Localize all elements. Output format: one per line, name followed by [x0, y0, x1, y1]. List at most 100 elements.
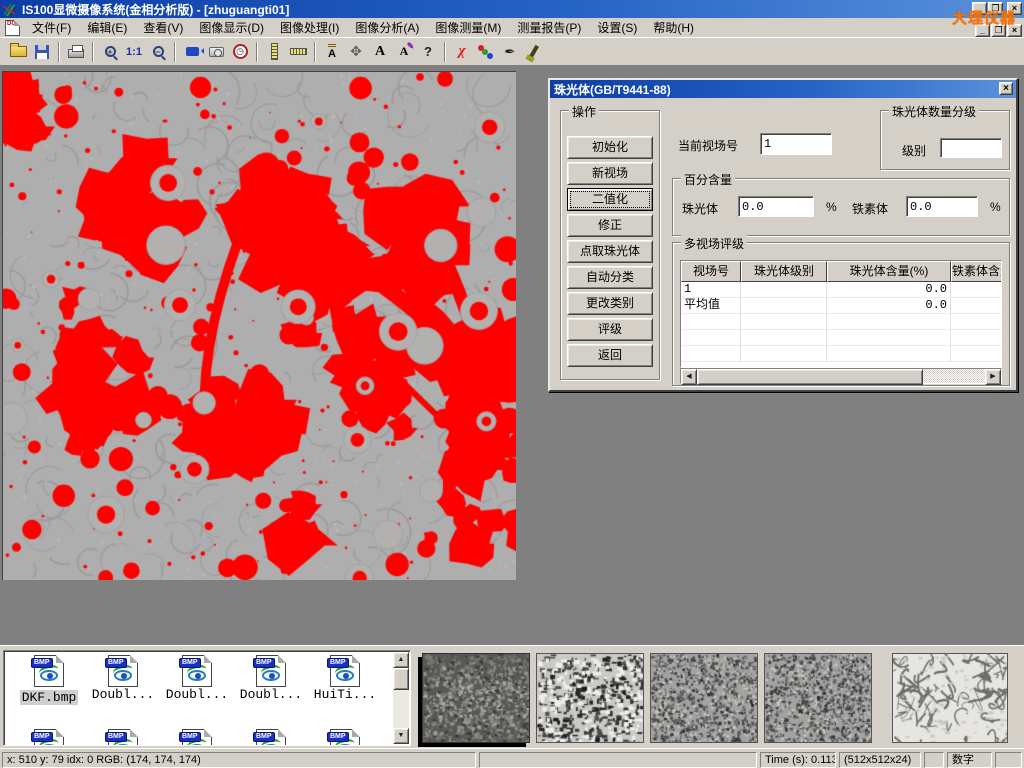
document-icon[interactable]: DOC	[5, 20, 20, 36]
menu-image-processing[interactable]: 图像处理(I)	[272, 17, 347, 38]
menu-image-measure[interactable]: 图像测量(M)	[427, 17, 509, 38]
printer-icon	[68, 49, 84, 58]
cell-field: 平均值	[681, 298, 741, 314]
toolbar-separator	[314, 42, 316, 62]
file-name[interactable]: Doubl...	[240, 687, 302, 702]
scroll-up-icon[interactable]: ▲	[393, 652, 409, 668]
help-button[interactable]: ?	[416, 40, 440, 63]
video-capture-button[interactable]	[180, 40, 204, 63]
file-name[interactable]: HuiTi...	[314, 687, 376, 702]
ruler-button[interactable]	[286, 40, 310, 63]
measure-label-button[interactable]: A	[320, 40, 344, 63]
pearlite-label: 珠光体	[682, 200, 718, 217]
edit-text-button[interactable]: A✎	[392, 40, 416, 63]
brush-tool-button[interactable]	[522, 40, 546, 63]
move-tool-button[interactable]: ✥	[344, 40, 368, 63]
file-item[interactable]: BMP Doubl...	[161, 655, 233, 702]
dialog-title-bar[interactable]: 珠光体(GB/T9441-88)	[550, 80, 1016, 98]
pearlite-percent-input[interactable]	[738, 196, 814, 217]
grade-input[interactable]	[940, 138, 1002, 158]
text-tool-button[interactable]: A	[368, 40, 392, 63]
actual-size-button[interactable]: 1:1	[122, 40, 146, 63]
file-browser-scrollbar[interactable]: ▲ ▼	[393, 652, 409, 744]
table-header-row: 视场号 珠光体级别 珠光体含量(%) 铁素体含量(%)	[681, 261, 1001, 282]
menu-help[interactable]: 帮助(H)	[645, 17, 702, 38]
correct-button[interactable]: 修正	[567, 214, 653, 237]
initialize-button[interactable]: 初始化	[567, 136, 653, 159]
file-name-selected[interactable]: DKF.bmp	[20, 690, 79, 705]
grade-label: 级别	[902, 142, 926, 159]
file-item[interactable]: BMP Doubl...	[87, 655, 159, 702]
cell-grade	[741, 298, 827, 314]
eye-icon	[336, 670, 354, 681]
binarize-button[interactable]: 二值化	[567, 188, 653, 211]
thumbnail-3[interactable]	[650, 653, 758, 743]
dialog-close-icon[interactable]: ×	[999, 82, 1013, 95]
table-row[interactable]: 平均值 0.0	[681, 298, 1001, 314]
file-item-clipped[interactable]: BMP	[161, 729, 233, 746]
thumbnail-5[interactable]	[892, 653, 1008, 743]
scroll-left-icon[interactable]: ◀	[681, 369, 697, 385]
menu-image-analysis[interactable]: 图像分析(A)	[347, 17, 427, 38]
menu-view[interactable]: 查看(V)	[135, 17, 191, 38]
print-button[interactable]	[64, 40, 88, 63]
count-points-button[interactable]	[474, 40, 498, 63]
rating-table[interactable]: 视场号 珠光体级别 珠光体含量(%) 铁素体含量(%) 1 0.0 平均值 0.…	[680, 260, 1002, 368]
status-time: Time (s): 0.113	[760, 752, 836, 768]
zoom-out-button[interactable]: −	[146, 40, 170, 63]
scroll-down-icon[interactable]: ▼	[393, 728, 409, 744]
curve-tool-button[interactable]: χ	[450, 40, 474, 63]
file-item-clipped[interactable]: BMP	[309, 729, 381, 746]
cell-pearlite: 0.0	[827, 282, 951, 298]
menu-settings[interactable]: 设置(S)	[589, 17, 645, 38]
ferrite-percent-input[interactable]	[906, 196, 978, 217]
scrollbar-track[interactable]	[923, 369, 985, 383]
menu-bar: DOC 文件(F) 编辑(E) 查看(V) 图像显示(D) 图像处理(I) 图像…	[0, 18, 1024, 38]
new-field-button[interactable]: 新视场	[567, 162, 653, 185]
file-item[interactable]: BMP DKF.bmp	[13, 655, 85, 705]
file-item[interactable]: BMP Doubl...	[235, 655, 307, 702]
open-file-button[interactable]	[6, 40, 30, 63]
camera-capture-button[interactable]	[204, 40, 228, 63]
status-empty-1	[479, 752, 757, 768]
auto-classify-button[interactable]: 自动分类	[567, 266, 653, 289]
pen-tool-button[interactable]: ✒	[498, 40, 522, 63]
thumbnail-4[interactable]	[764, 653, 872, 743]
table-row[interactable]: 1 0.0	[681, 282, 1001, 298]
zoom-in-button[interactable]: +	[98, 40, 122, 63]
bmp-file-icon: BMP	[330, 655, 360, 687]
file-name[interactable]: Doubl...	[92, 687, 154, 702]
bmp-badge: BMP	[253, 732, 275, 742]
menu-measure-report[interactable]: 测量报告(P)	[509, 17, 589, 38]
colored-points-icon	[482, 49, 488, 55]
save-button[interactable]	[30, 40, 54, 63]
return-button[interactable]: 返回	[567, 344, 653, 367]
current-field-input[interactable]	[760, 133, 832, 155]
rate-button[interactable]: 评级	[567, 318, 653, 341]
micrograph-image[interactable]	[2, 71, 516, 580]
thumbnail-2[interactable]	[536, 653, 644, 743]
status-position: x: 510 y: 79 idx: 0 RGB: (174, 174, 174)	[2, 752, 476, 768]
bmp-file-icon: BMP	[182, 655, 212, 687]
timer-button[interactable]: ◷	[228, 40, 252, 63]
file-item-clipped[interactable]: BMP	[235, 729, 307, 746]
caliper-button[interactable]	[262, 40, 286, 63]
eye-icon	[114, 670, 132, 681]
menu-edit[interactable]: 编辑(E)	[79, 17, 135, 38]
file-item-clipped[interactable]: BMP	[13, 729, 85, 746]
scrollbar-thumb[interactable]	[697, 369, 923, 385]
bmp-file-icon: BMP	[34, 655, 64, 687]
thumbnail-1[interactable]	[422, 653, 530, 743]
change-class-button[interactable]: 更改类别	[567, 292, 653, 315]
bmp-file-icon: BMP	[256, 729, 286, 746]
pick-pearlite-button[interactable]: 点取珠光体	[567, 240, 653, 263]
file-name[interactable]: Doubl...	[166, 687, 228, 702]
menu-file[interactable]: 文件(F)	[24, 17, 79, 38]
table-horizontal-scrollbar[interactable]: ◀ ▶	[680, 368, 1002, 384]
table-row-empty	[681, 330, 1001, 346]
file-item-clipped[interactable]: BMP	[87, 729, 159, 746]
scrollbar-thumb[interactable]	[393, 668, 409, 690]
scroll-right-icon[interactable]: ▶	[985, 369, 1001, 385]
file-item[interactable]: BMP HuiTi...	[309, 655, 381, 702]
menu-image-display[interactable]: 图像显示(D)	[191, 17, 272, 38]
